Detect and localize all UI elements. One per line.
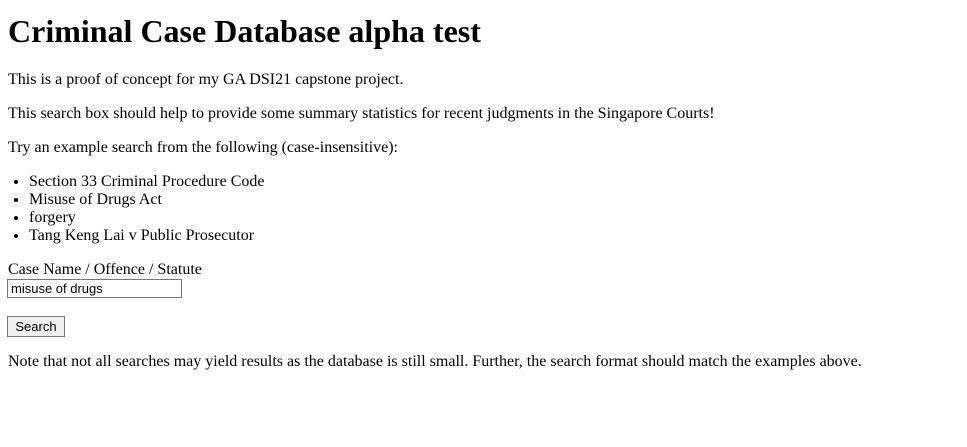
list-item: forgery [29,209,265,227]
list-item: Section 33 Criminal Procedure Code [29,173,265,191]
instruction-text: Try an example search from the following… [8,139,398,156]
description-text: This search box should help to provide s… [8,105,715,122]
example-list: Section 33 Criminal Procedure Code Misus… [8,173,265,245]
search-button[interactable]: Search [7,316,65,337]
intro-text: This is a proof of concept for my GA DSI… [8,71,404,88]
note-text: Note that not all searches may yield res… [8,353,862,370]
list-item: Misuse of Drugs Act [29,191,265,209]
search-field-label: Case Name / Offence / Statute [8,261,202,278]
list-item: Tang Keng Lai v Public Prosecutor [29,227,265,245]
page-title: Criminal Case Database alpha test [8,13,481,49]
search-input[interactable] [7,279,182,298]
